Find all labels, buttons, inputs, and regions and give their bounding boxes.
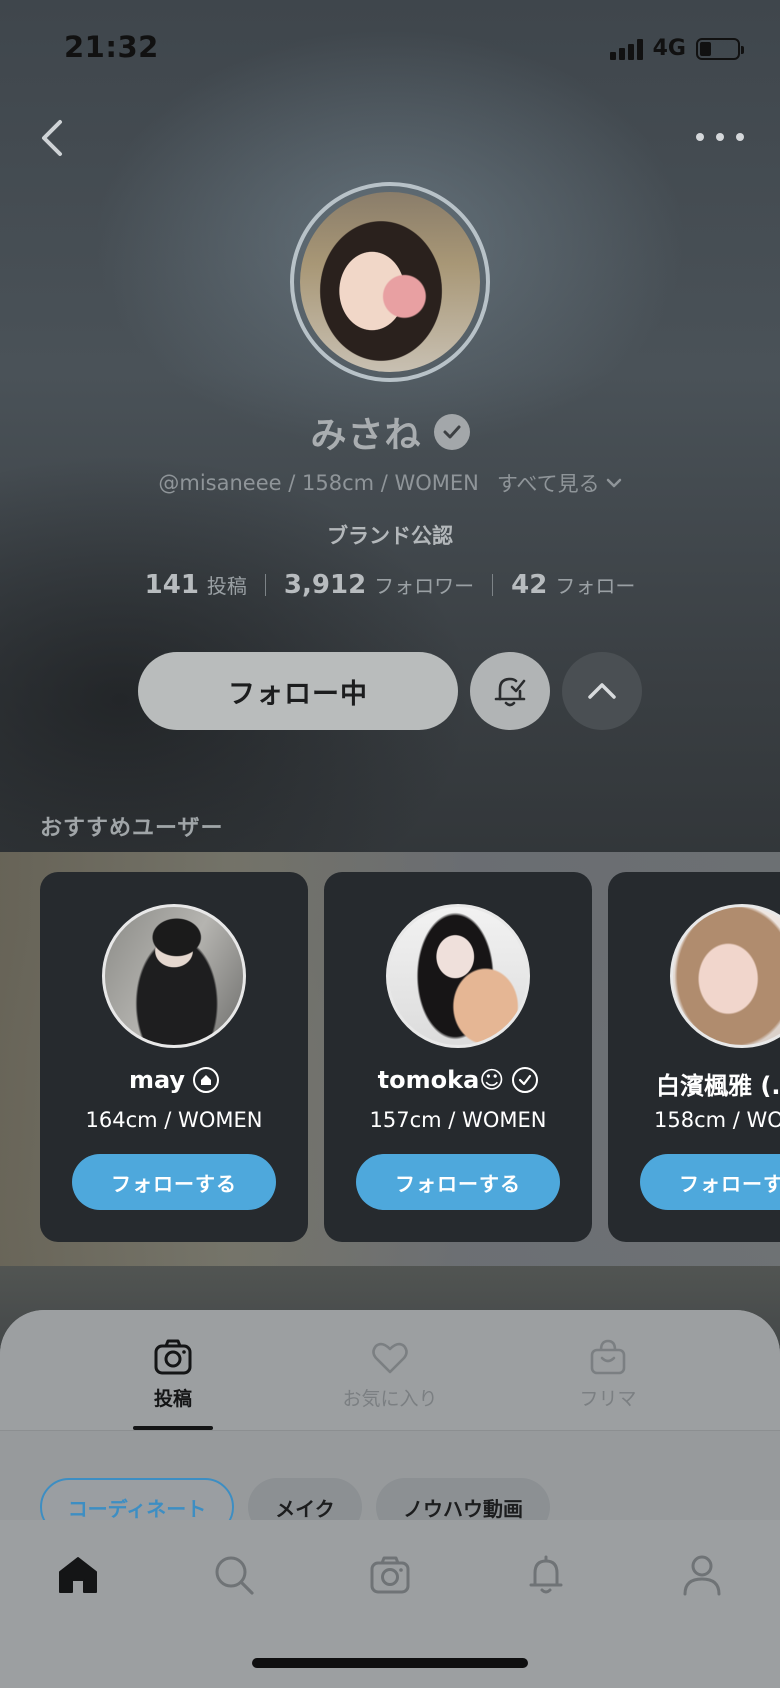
notification-bell-button[interactable] — [470, 652, 550, 730]
tab-label: 投稿 — [153, 1388, 192, 1410]
brand-official-label: ブランド公認 — [327, 524, 453, 548]
profile-avatar[interactable] — [290, 182, 490, 382]
chevron-up-icon — [588, 683, 616, 699]
user-meta: 157cm / WOMEN — [369, 1108, 547, 1132]
divider — [0, 1430, 780, 1431]
heart-icon — [372, 1342, 408, 1374]
tab-favorites[interactable]: お気に入り — [310, 1338, 470, 1411]
dot-icon — [716, 133, 724, 141]
nav-notifications[interactable] — [516, 1548, 576, 1602]
stat-following[interactable]: 42 フォロー — [511, 570, 635, 600]
profile-name-row: みさね — [0, 406, 780, 458]
verified-badge-icon — [433, 414, 470, 450]
profile-icon — [683, 1555, 721, 1596]
stat-value: 3,912 — [283, 570, 367, 600]
avatar[interactable] — [386, 904, 530, 1048]
camera-icon — [370, 1556, 410, 1594]
follow-button[interactable]: フォローする — [72, 1154, 276, 1210]
stat-followers[interactable]: 3,912 フォロワー — [284, 570, 474, 600]
stat-label: フォロワー — [374, 574, 475, 598]
user-meta: 158cm / WOMEN — [654, 1108, 780, 1132]
tab-flea-market[interactable]: フリマ — [528, 1338, 688, 1411]
nav-home[interactable] — [48, 1548, 108, 1602]
profile-stats: 141 投稿 3,912 フォロワー 42 フォロー — [0, 570, 780, 600]
avatar[interactable] — [102, 904, 246, 1048]
profile-meta-row: @misaneee / 158cm / WOMEN すべて見る — [0, 468, 780, 498]
user-name-row: may — [40, 1066, 308, 1094]
user-card-may[interactable]: may 164cm / WOMEN フォローする — [40, 872, 308, 1242]
signal-icon — [609, 38, 643, 60]
user-name-row: 白濱楓雅 (... — [608, 1066, 780, 1101]
stat-value: 141 — [144, 570, 199, 600]
home-indicator[interactable] — [252, 1658, 528, 1668]
verified-badge-icon — [512, 1067, 539, 1093]
nav-profile[interactable] — [672, 1548, 732, 1602]
shop-badge-icon — [193, 1067, 220, 1093]
stat-value: 42 — [511, 570, 548, 600]
tab-label: お気に入り — [342, 1388, 438, 1410]
see-all-label: すべて見る — [496, 472, 600, 496]
camera-icon — [154, 1339, 192, 1375]
home-icon — [59, 1557, 97, 1593]
profile-meta: @misaneee / 158cm / WOMEN — [158, 471, 479, 495]
nav-post[interactable] — [360, 1548, 420, 1602]
chevron-down-icon — [606, 478, 621, 488]
status-time: 21:32 — [64, 30, 159, 64]
network-type: 4G — [652, 36, 686, 61]
user-name: may — [128, 1066, 186, 1094]
follow-button[interactable]: フォローする — [640, 1154, 780, 1210]
status-indicators: 4G — [609, 36, 744, 61]
see-all-button[interactable]: すべて見る — [497, 468, 622, 498]
profile-name: みさね — [310, 415, 422, 456]
collapse-button[interactable] — [562, 652, 642, 730]
chevron-left-icon — [42, 120, 62, 156]
user-name: tomoka☺︎ — [377, 1066, 505, 1094]
user-meta: 164cm / WOMEN — [85, 1108, 263, 1132]
user-card-third[interactable]: 白濱楓雅 (... 158cm / WOMEN フォローする — [608, 872, 780, 1242]
avatar[interactable] — [670, 904, 780, 1048]
stat-label: 投稿 — [206, 574, 247, 598]
user-name: 白濱楓雅 (... — [656, 1072, 780, 1100]
battery-icon — [696, 37, 744, 60]
dot-icon — [696, 133, 704, 141]
bell-check-icon — [494, 677, 526, 707]
stat-label: フォロー — [555, 574, 636, 598]
recommended-users-title: おすすめユーザー — [40, 816, 224, 841]
tab-label: フリマ — [579, 1388, 637, 1410]
avatar-photo — [300, 192, 480, 372]
following-button[interactable]: フォロー中 — [138, 652, 458, 730]
user-name-row: tomoka☺︎ — [324, 1066, 592, 1094]
divider — [264, 574, 266, 596]
dot-icon — [736, 133, 744, 141]
more-options-button[interactable] — [696, 122, 744, 152]
user-card-tomoka[interactable]: tomoka☺︎ 157cm / WOMEN フォローする — [324, 872, 592, 1242]
stat-posts[interactable]: 141 投稿 — [145, 570, 247, 600]
back-button[interactable] — [32, 112, 72, 164]
follow-button[interactable]: フォローする — [356, 1154, 560, 1210]
divider — [492, 574, 494, 596]
search-icon — [215, 1556, 254, 1595]
shopping-bag-icon — [590, 1339, 626, 1375]
tab-posts[interactable]: 投稿 — [93, 1338, 253, 1411]
bell-icon — [529, 1555, 563, 1594]
nav-search[interactable] — [204, 1548, 264, 1602]
